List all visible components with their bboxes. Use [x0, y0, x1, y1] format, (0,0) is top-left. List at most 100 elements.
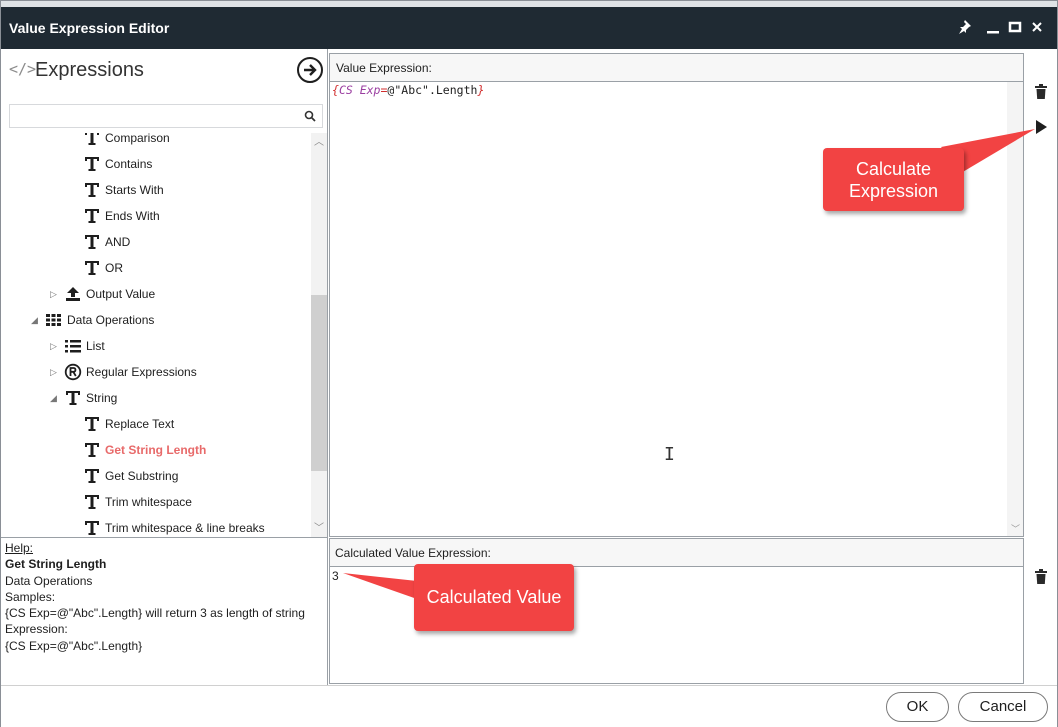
search-box[interactable]: [9, 104, 323, 128]
maximize-icon[interactable]: [1005, 17, 1025, 37]
tree-item-label: Comparison: [105, 133, 170, 145]
text-icon: [83, 467, 101, 485]
tree-item-data-operations[interactable]: ◢ Data Operations: [31, 309, 155, 331]
tree-item-label: Get Substring: [105, 469, 179, 483]
calculated-value-header: Calculated Value Expression:: [329, 538, 1024, 566]
calculated-value-text: 3: [332, 569, 339, 583]
text-icon: [83, 415, 101, 433]
calculated-value-callout: Calculated Value: [414, 564, 574, 631]
tree-item-get-substring[interactable]: Get Substring: [83, 465, 178, 487]
help-sample: {CS Exp=@"Abc".Length} will return 3 as …: [5, 606, 305, 621]
calculated-value-label: Calculated Value Expression:: [335, 546, 491, 560]
tree-item-string[interactable]: ◢ String: [50, 387, 117, 409]
tree-scrollbar[interactable]: ︿ ﹀: [311, 133, 327, 537]
expand-arrow-icon[interactable]: ▷: [50, 289, 60, 299]
insert-expression-button[interactable]: [297, 57, 323, 83]
expressions-title: Expressions: [35, 59, 144, 81]
tree-item-comparison[interactable]: Comparison: [83, 133, 170, 149]
scroll-up-icon[interactable]: ︿: [314, 138, 324, 148]
upload-icon: [64, 285, 82, 303]
text-icon: [83, 133, 101, 147]
calculate-expression-callout: Calculate Expression: [823, 148, 964, 211]
help-panel: Help: Get String Length Data Operations …: [1, 537, 328, 687]
tree-item-label: Regular Expressions: [86, 365, 197, 379]
trash-icon: [1035, 84, 1047, 99]
text-cursor-icon: I: [664, 444, 675, 465]
trash-icon: [1035, 569, 1047, 584]
text-icon: [83, 519, 101, 537]
search-icon[interactable]: [304, 110, 316, 122]
tree-item-label: Data Operations: [67, 313, 155, 327]
code-string: @"Abc".Length: [387, 83, 478, 97]
registered-icon: [64, 363, 82, 381]
tree-item-get-string-length[interactable]: Get String Length: [83, 439, 206, 461]
help-category: Data Operations: [5, 573, 93, 588]
search-input[interactable]: [12, 107, 292, 125]
text-icon: [83, 181, 101, 199]
arrow-right-icon: [304, 64, 317, 76]
text-icon: [83, 155, 101, 173]
tree-item-label: Contains: [105, 157, 153, 171]
callout-pointer: [343, 573, 417, 599]
expand-arrow-icon[interactable]: ▷: [50, 367, 60, 377]
tree-item-contains[interactable]: Contains: [83, 153, 152, 175]
tree-item-label: Trim whitespace: [105, 495, 192, 509]
scroll-down-icon[interactable]: ﹀: [314, 524, 324, 534]
tree-item-label: OR: [105, 261, 123, 275]
clear-expression-button[interactable]: [1031, 83, 1051, 103]
title-bar[interactable]: Value Expression Editor: [1, 7, 1057, 49]
text-icon: [64, 389, 82, 407]
help-expression-label: Expression:: [5, 622, 68, 637]
dialog-button-bar: OK Cancel: [1, 685, 1057, 727]
callout-text: Calculated Value: [426, 587, 562, 607]
help-samples-label: Samples:: [5, 589, 56, 604]
help-title: Get String Length: [5, 557, 107, 572]
pin-icon[interactable]: [954, 17, 974, 37]
expression-tree: Comparison Contains Starts With Ends Wit…: [1, 133, 311, 537]
list-icon: [64, 337, 82, 355]
expression-code[interactable]: {CS Exp=@"Abc".Length}: [332, 83, 484, 97]
collapse-arrow-icon[interactable]: ◢: [31, 315, 41, 325]
tree-item-label: Ends With: [105, 209, 160, 223]
clear-result-button[interactable]: [1031, 568, 1051, 588]
code-open-brace: {: [332, 83, 339, 97]
ok-button[interactable]: OK: [886, 692, 949, 722]
tree-item-label: Trim whitespace & line breaks: [105, 521, 265, 535]
tree-item-or[interactable]: OR: [83, 257, 123, 279]
scrollbar-thumb[interactable]: [311, 295, 327, 471]
text-icon: [83, 207, 101, 225]
help-expression: {CS Exp=@"Abc".Length}: [5, 638, 143, 653]
scroll-down-icon[interactable]: ﹀: [1011, 522, 1020, 535]
value-expression-label: Value Expression:: [336, 61, 432, 75]
code-icon: </>: [9, 60, 37, 78]
cancel-button[interactable]: Cancel: [958, 692, 1048, 722]
tree-item-label: Output Value: [86, 287, 156, 301]
tree-item-and[interactable]: AND: [83, 231, 130, 253]
tree-item-ends-with[interactable]: Ends With: [83, 205, 160, 227]
tree-item-output-value[interactable]: ▷ Output Value: [50, 283, 156, 305]
tree-item-starts-with[interactable]: Starts With: [83, 179, 164, 201]
tree-item-replace-text[interactable]: Replace Text: [83, 413, 174, 435]
text-icon: [83, 493, 101, 511]
callout-text-line2: Expression: [848, 181, 939, 201]
expand-arrow-icon[interactable]: ▷: [50, 341, 60, 351]
collapse-arrow-icon[interactable]: ◢: [50, 393, 60, 403]
tree-item-label: Get String Length: [105, 443, 207, 457]
tree-item-label: AND: [105, 235, 131, 249]
text-icon: [83, 441, 101, 459]
help-heading[interactable]: Help:: [5, 540, 323, 556]
tree-item-list[interactable]: ▷ List: [50, 335, 105, 357]
grid-icon: [45, 311, 63, 329]
tree-item-regular-expressions[interactable]: ▷ Regular Expressions: [50, 361, 197, 383]
minimize-icon[interactable]: [983, 17, 1003, 37]
text-icon: [83, 259, 101, 277]
close-icon[interactable]: [1027, 17, 1047, 37]
text-icon: [83, 233, 101, 251]
code-keyword: CS Exp: [338, 83, 381, 97]
tree-item-label: Starts With: [105, 183, 164, 197]
value-expression-header: Value Expression:: [329, 53, 1024, 81]
tree-item-trim-whitespace[interactable]: Trim whitespace: [83, 491, 192, 513]
callout-text-line1: Calculate: [855, 159, 932, 179]
expressions-panel: </> Expressions Comparison Contains Star…: [1, 49, 328, 537]
tree-item-trim-whitespace-line-breaks[interactable]: Trim whitespace & line breaks: [83, 517, 265, 537]
